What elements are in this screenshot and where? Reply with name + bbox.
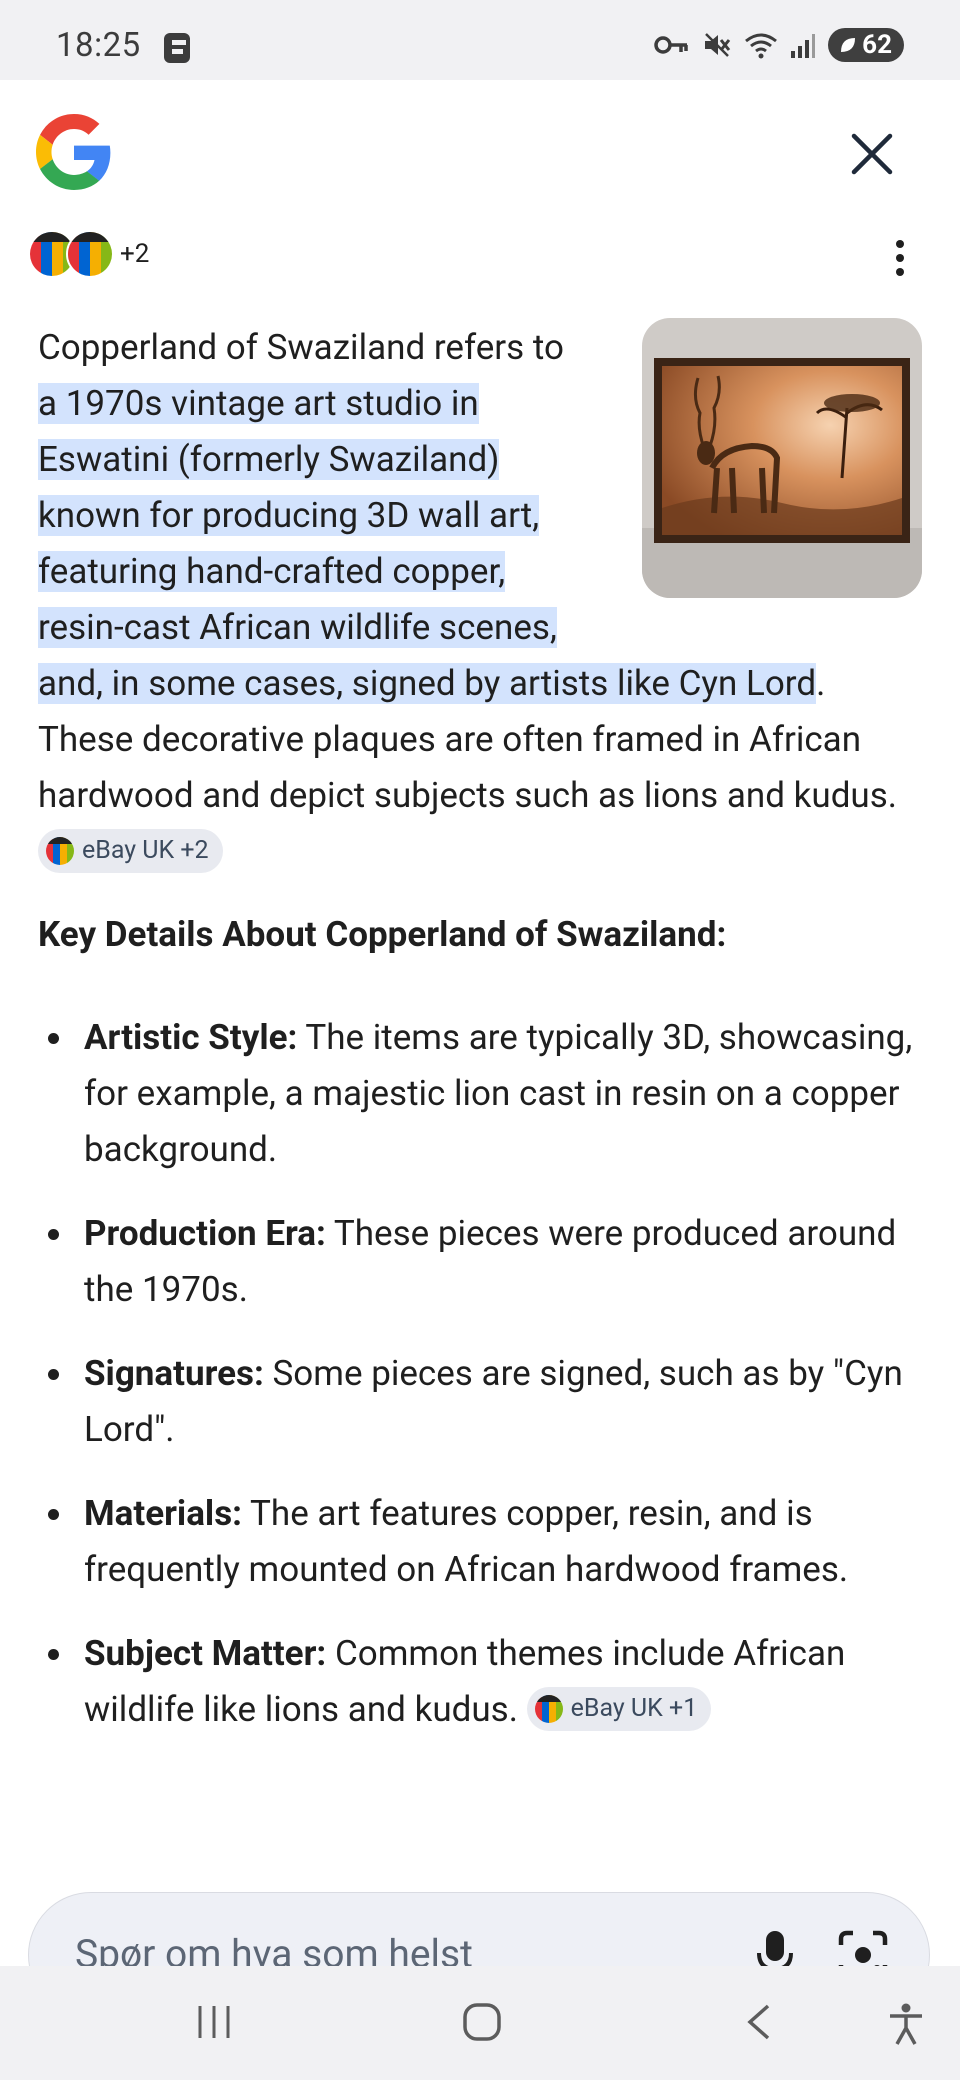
source-avatar-ebay-2 — [66, 230, 114, 278]
sources-more-count: +2 — [120, 239, 150, 269]
wifi-icon — [745, 33, 778, 59]
source-avatars[interactable]: +2 — [28, 230, 149, 278]
answer-text: Copperland of Swaziland refers to a 1970… — [38, 320, 918, 880]
ebay-icon — [534, 1694, 563, 1723]
answer-highlight-line-4: featuring hand-crafted copper, — [38, 551, 506, 592]
source-chip-ebay[interactable]: eBay UK +2 — [38, 828, 223, 873]
google-logo — [36, 114, 111, 190]
source-chip-label: eBay UK +2 — [82, 835, 209, 865]
status-icons: 62 — [654, 28, 904, 62]
ai-answer-sheet: +2 Copperland of Swaziland refers to a 1… — [0, 80, 960, 2018]
answer-period: . — [816, 663, 826, 704]
item-label: Production Era: — [84, 1213, 326, 1254]
answer-highlight-line-1: a 1970s vintage art studio in — [38, 383, 479, 424]
recent-apps-icon[interactable] — [194, 2002, 234, 2042]
battery-indicator: 62 — [828, 28, 904, 62]
answer-intro: Copperland of Swaziland refers to — [38, 327, 564, 368]
item-label: Subject Matter: — [84, 1633, 327, 1674]
list-item: Signatures: Some pieces are signed, such… — [38, 1346, 918, 1458]
answer-highlight-line-6: and, in some cases, signed by artists li… — [38, 663, 817, 704]
signal-icon — [791, 34, 816, 58]
answer-rest: These decorative plaques are often frame… — [38, 719, 898, 816]
item-label: Materials: — [84, 1493, 243, 1534]
home-icon[interactable] — [462, 2002, 502, 2042]
key-icon — [654, 36, 688, 54]
key-details-heading: Key Details About Copperland of Swazilan… — [38, 914, 727, 955]
navigation-bar — [0, 1966, 960, 2080]
list-item: Artistic Style: The items are typically … — [38, 1010, 918, 1178]
leaf-icon — [841, 38, 856, 52]
answer-highlight-line-2: Eswatini (formerly Swaziland) — [38, 439, 500, 480]
answer-highlight-line-5: resin-cast African wildlife scenes, — [38, 607, 557, 648]
item-label: Signatures: — [84, 1353, 264, 1394]
source-chip-label: eBay UK +1 — [570, 1693, 698, 1723]
battery-level: 62 — [862, 30, 892, 60]
more-vertical-icon[interactable] — [892, 238, 908, 278]
answer-highlight-line-3: known for producing 3D wall art, — [38, 495, 540, 536]
accessibility-icon[interactable] — [886, 2002, 926, 2046]
f-notification-icon — [164, 33, 190, 63]
list-item: Materials: The art features copper, resi… — [38, 1486, 918, 1598]
source-chip-ebay-2[interactable]: eBay UK +1 — [526, 1686, 712, 1731]
close-icon[interactable] — [846, 128, 898, 180]
mute-icon — [705, 33, 731, 57]
key-details-list: Artistic Style: The items are typically … — [38, 1010, 918, 1766]
list-item: Production Era: These pieces were produc… — [38, 1206, 918, 1318]
item-label: Artistic Style: — [84, 1017, 298, 1058]
status-time: 18:25 — [56, 26, 141, 65]
list-item: Subject Matter: Common themes include Af… — [38, 1626, 918, 1738]
back-icon[interactable] — [740, 2002, 780, 2042]
ebay-icon — [46, 836, 74, 865]
status-bar: 18:25 62 — [0, 0, 960, 80]
